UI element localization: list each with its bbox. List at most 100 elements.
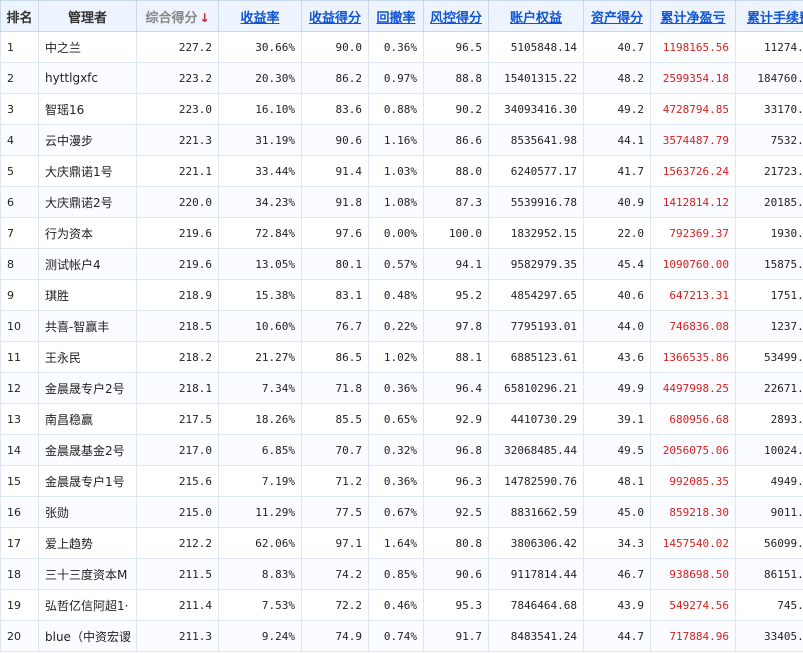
- rank-cell: 7: [0, 217, 39, 249]
- header-drawdown[interactable]: 回撤率: [368, 0, 424, 32]
- return-score-cell: 70.7: [301, 434, 369, 466]
- equity-cell: 8483541.24: [488, 620, 584, 652]
- risk-score-cell: 90.6: [423, 558, 489, 590]
- drawdown-cell: 0.36%: [368, 31, 424, 63]
- risk-score-cell: 86.6: [423, 124, 489, 156]
- table-row: 16 张勋 215.0 11.29% 77.5 0.67% 92.5 8831662.59 45…: [0, 496, 803, 528]
- rank-cell: 13: [0, 403, 39, 435]
- risk-score-cell: 94.1: [423, 248, 489, 280]
- cum-profit-cell: 4728794.85: [650, 93, 736, 125]
- return-score-cell: 90.0: [301, 31, 369, 63]
- risk-score-cell: 88.8: [423, 62, 489, 94]
- drawdown-cell: 0.36%: [368, 372, 424, 404]
- return-rate-cell: 30.66%: [218, 31, 302, 63]
- manager-cell: 琪胜: [38, 279, 137, 311]
- drawdown-cell: 1.03%: [368, 155, 424, 187]
- return-rate-cell: 9.24%: [218, 620, 302, 652]
- cum-profit-cell: 2599354.18: [650, 62, 736, 94]
- table-row: 5 大庆鼎诺1号 221.1 33.44% 91.4 1.03% 88.0 6240577.1…: [0, 155, 803, 187]
- asset-score-cell: 49.2: [583, 93, 651, 125]
- total-score-cell: 215.0: [136, 496, 219, 528]
- header-return-score[interactable]: 收益得分: [301, 0, 369, 32]
- header-total-score[interactable]: 综合得分 ↓: [136, 0, 219, 32]
- manager-cell: 智瑶16: [38, 93, 137, 125]
- header-rank: 排名: [0, 0, 39, 32]
- total-score-cell: 211.3: [136, 620, 219, 652]
- return-score-cell: 76.7: [301, 310, 369, 342]
- header-return-rate[interactable]: 收益率: [218, 0, 302, 32]
- cum-profit-cell: 1090760.00: [650, 248, 736, 280]
- return-rate-cell: 31.19%: [218, 124, 302, 156]
- return-score-cell: 85.5: [301, 403, 369, 435]
- header-cum-profit[interactable]: 累计净盈亏: [650, 0, 736, 32]
- cum-fee-cell: 56099.98: [735, 527, 803, 559]
- risk-score-cell: 96.3: [423, 465, 489, 497]
- risk-score-cell: 88.0: [423, 155, 489, 187]
- asset-score-cell: 43.6: [583, 341, 651, 373]
- cum-profit-cell: 717884.96: [650, 620, 736, 652]
- table-row: 3 智瑶16 223.0 16.10% 83.6 0.88% 90.2 34093416.30…: [0, 93, 803, 125]
- rank-cell: 1: [0, 31, 39, 63]
- header-asset-score[interactable]: 资产得分: [583, 0, 651, 32]
- manager-cell: hyttlgxfc: [38, 62, 137, 94]
- cum-fee-cell: 1237.92: [735, 310, 803, 342]
- equity-cell: 14782590.76: [488, 465, 584, 497]
- rank-cell: 3: [0, 93, 39, 125]
- drawdown-cell: 0.65%: [368, 403, 424, 435]
- drawdown-cell: 1.64%: [368, 527, 424, 559]
- return-rate-cell: 7.53%: [218, 589, 302, 621]
- drawdown-cell: 0.22%: [368, 310, 424, 342]
- asset-score-cell: 41.7: [583, 155, 651, 187]
- table-row: 18 三十三度资本M 211.5 8.83% 74.2 0.85% 90.6 9117814.…: [0, 558, 803, 590]
- manager-cell: 爱上趋势: [38, 527, 137, 559]
- risk-score-cell: 96.8: [423, 434, 489, 466]
- return-rate-cell: 34.23%: [218, 186, 302, 218]
- manager-cell: 南昌稳赢: [38, 403, 137, 435]
- header-risk-score[interactable]: 风控得分: [423, 0, 489, 32]
- risk-score-cell: 91.7: [423, 620, 489, 652]
- cum-profit-cell: 1563726.24: [650, 155, 736, 187]
- manager-cell: 王永民: [38, 341, 137, 373]
- drawdown-cell: 0.57%: [368, 248, 424, 280]
- asset-score-cell: 46.7: [583, 558, 651, 590]
- ranking-table: 排名 管理者 综合得分 ↓ 收益率 收益得分 回撤率 风控得分 账户权益 资产得分…: [0, 0, 803, 652]
- return-rate-cell: 7.34%: [218, 372, 302, 404]
- asset-score-cell: 44.1: [583, 124, 651, 156]
- table-row: 7 行为资本 219.6 72.84% 97.6 0.00% 100.0 1832952.15…: [0, 217, 803, 249]
- return-rate-cell: 10.60%: [218, 310, 302, 342]
- drawdown-cell: 0.67%: [368, 496, 424, 528]
- return-score-cell: 83.1: [301, 279, 369, 311]
- table-row: 10 共喜-智赢丰 218.5 10.60% 76.7 0.22% 97.8 7795193.…: [0, 310, 803, 342]
- risk-score-cell: 96.4: [423, 372, 489, 404]
- header-cum-fee[interactable]: 累计手续费: [735, 0, 803, 32]
- risk-score-cell: 95.3: [423, 589, 489, 621]
- total-score-cell: 211.5: [136, 558, 219, 590]
- return-score-cell: 91.8: [301, 186, 369, 218]
- drawdown-cell: 1.16%: [368, 124, 424, 156]
- total-score-cell: 219.6: [136, 248, 219, 280]
- drawdown-cell: 0.88%: [368, 93, 424, 125]
- drawdown-cell: 1.02%: [368, 341, 424, 373]
- header-equity[interactable]: 账户权益: [488, 0, 584, 32]
- equity-cell: 1832952.15: [488, 217, 584, 249]
- return-score-cell: 83.6: [301, 93, 369, 125]
- table-row: 13 南昌稳赢 217.5 18.26% 85.5 0.65% 92.9 4410730.29…: [0, 403, 803, 435]
- manager-cell: 金晨晟专户1号: [38, 465, 137, 497]
- manager-cell: 弘哲亿信阿超1·: [38, 589, 137, 621]
- equity-cell: 9117814.44: [488, 558, 584, 590]
- return-score-cell: 80.1: [301, 248, 369, 280]
- asset-score-cell: 39.1: [583, 403, 651, 435]
- equity-cell: 7795193.01: [488, 310, 584, 342]
- rank-cell: 4: [0, 124, 39, 156]
- total-score-cell: 212.2: [136, 527, 219, 559]
- cum-fee-cell: 4949.65: [735, 465, 803, 497]
- manager-cell: 金晨晟基金2号: [38, 434, 137, 466]
- return-score-cell: 91.4: [301, 155, 369, 187]
- cum-profit-cell: 647213.31: [650, 279, 736, 311]
- return-rate-cell: 6.85%: [218, 434, 302, 466]
- total-score-cell: 211.4: [136, 589, 219, 621]
- return-score-cell: 86.5: [301, 341, 369, 373]
- drawdown-cell: 0.85%: [368, 558, 424, 590]
- return-rate-cell: 15.38%: [218, 279, 302, 311]
- total-score-cell: 219.6: [136, 217, 219, 249]
